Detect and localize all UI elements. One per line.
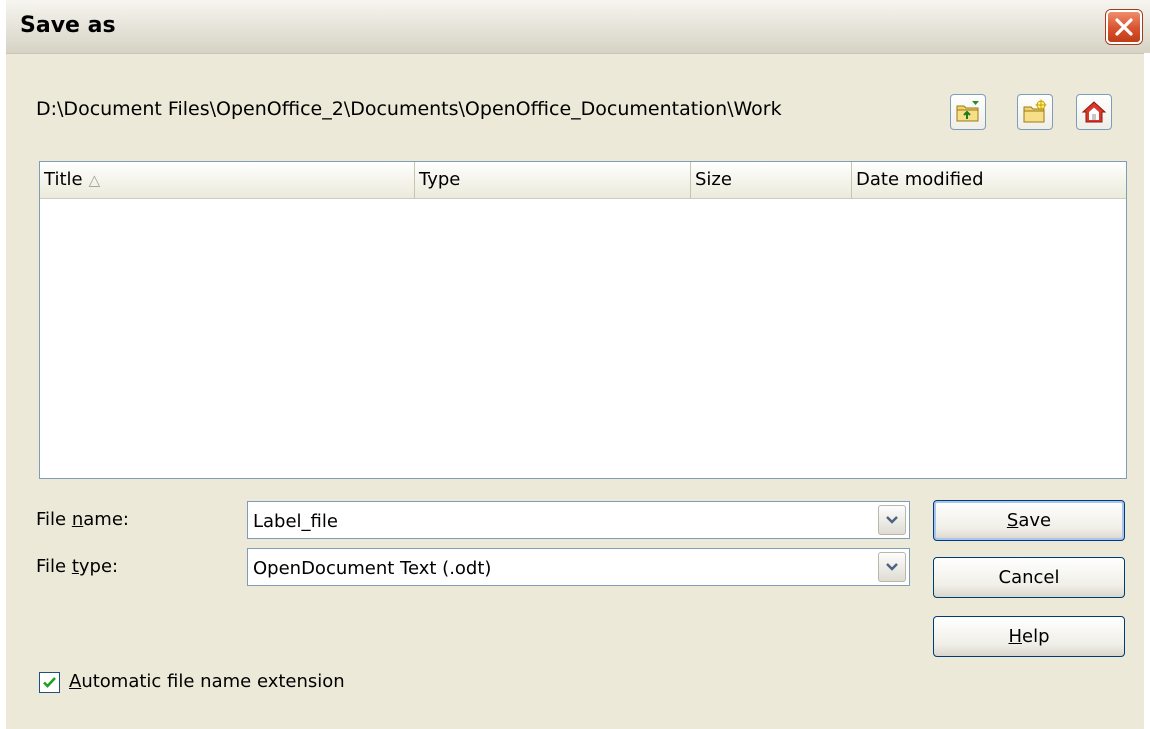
column-header-type[interactable]: Type: [415, 162, 691, 198]
cancel-button[interactable]: Cancel: [933, 557, 1125, 598]
close-icon: [1115, 18, 1133, 36]
dialog-title: Save as: [20, 13, 116, 38]
home-icon: [1081, 101, 1107, 123]
default-directory-button[interactable]: [1076, 94, 1112, 130]
chevron-down-icon: [886, 516, 898, 524]
file-name-combobox[interactable]: Label_file: [247, 501, 910, 539]
file-list-header: Title △ Type Size Date modified: [40, 162, 1126, 199]
close-button[interactable]: [1106, 10, 1142, 44]
column-header-date-modified[interactable]: Date modified: [852, 162, 1126, 198]
file-name-dropdown-button[interactable]: [878, 505, 906, 535]
file-list[interactable]: Title △ Type Size Date modified: [39, 161, 1127, 479]
save-button[interactable]: Save: [933, 500, 1125, 541]
column-header-size[interactable]: Size: [691, 162, 852, 198]
save-as-dialog: Save as D:\Document Files\OpenOffice_2\D…: [6, 0, 1150, 729]
create-new-folder-button[interactable]: [1017, 94, 1053, 130]
chevron-down-icon: [886, 563, 898, 571]
file-name-input[interactable]: Label_file: [253, 511, 338, 532]
checkmark-icon: [43, 677, 56, 688]
auto-extension-label[interactable]: Automatic file name extension: [69, 671, 345, 692]
file-type-label: File type:: [36, 556, 119, 577]
title-bar[interactable]: Save as: [6, 0, 1150, 54]
auto-extension-checkbox[interactable]: [39, 672, 60, 693]
help-button[interactable]: Help: [933, 616, 1125, 657]
file-type-dropdown-button[interactable]: [878, 552, 906, 582]
new-folder-icon: [1023, 99, 1047, 123]
sort-ascending-icon: △: [88, 171, 101, 189]
file-type-combobox[interactable]: OpenDocument Text (.odt): [247, 548, 910, 586]
window-edge: [1144, 53, 1150, 729]
up-one-level-button[interactable]: [950, 94, 986, 130]
file-name-label: File name:: [36, 509, 129, 530]
column-header-title[interactable]: Title △: [40, 162, 415, 198]
file-type-value: OpenDocument Text (.odt): [253, 558, 492, 579]
up-folder-icon: [956, 101, 979, 122]
current-path: D:\Document Files\OpenOffice_2\Documents…: [36, 98, 782, 120]
